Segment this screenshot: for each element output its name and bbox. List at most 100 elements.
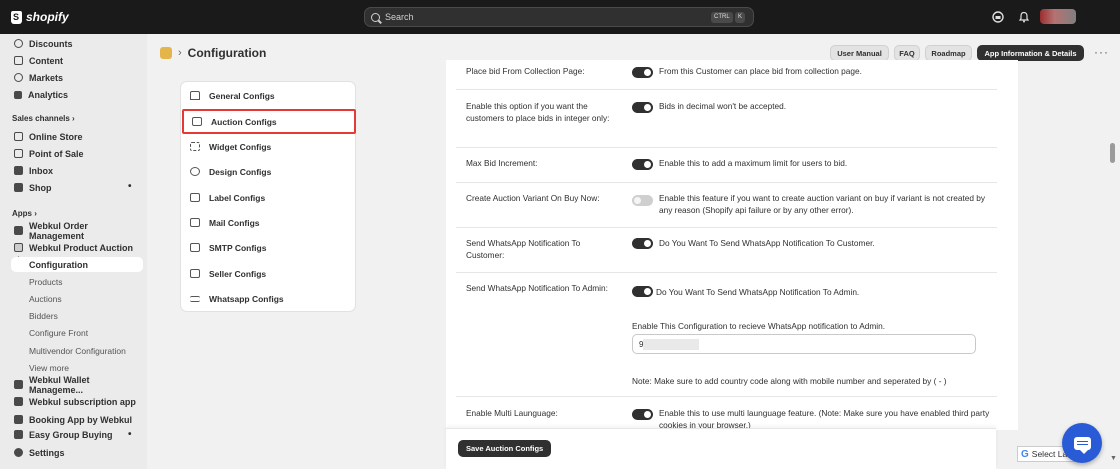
sidebar-item-settings[interactable]: Settings: [8, 445, 140, 460]
toggle-multi-language[interactable]: [632, 409, 653, 420]
divider: [456, 182, 997, 183]
shop-dot: •: [128, 181, 132, 192]
toggle-max-bid-increment[interactable]: [632, 159, 653, 170]
sidebar-sub-auctions[interactable]: Auctions: [29, 294, 62, 304]
setting-desc: Enable this to add a maximum limit for u…: [659, 158, 848, 168]
sidebar-item-inbox[interactable]: Inbox: [8, 163, 140, 178]
roadmap-button[interactable]: Roadmap: [925, 45, 972, 61]
avatar[interactable]: [1040, 9, 1076, 24]
menu-design-configs[interactable]: Design Configs: [182, 159, 356, 184]
menu-item-label: General Configs: [209, 90, 275, 101]
brand-name: shopify: [26, 10, 69, 24]
sidebar-sub-bidders[interactable]: Bidders: [29, 311, 58, 321]
setting-desc: Enable this to use multi launguage featu…: [659, 408, 990, 430]
sales-channels-heading[interactable]: Sales channels ›: [12, 114, 75, 123]
chat-icon: [190, 243, 200, 252]
shopify-logo[interactable]: shopify: [11, 10, 69, 24]
home-icon: [190, 91, 200, 100]
setting-label: Create Auction Variant On Buy Now:: [466, 193, 600, 203]
search-placeholder: Search: [385, 12, 414, 22]
divider: [456, 147, 997, 148]
setting-desc: Do You Want To Send WhatsApp Notificatio…: [659, 238, 875, 248]
page-title: Configuration: [187, 46, 267, 60]
whatsapp-admin-number-input[interactable]: 9: [632, 334, 976, 354]
faq-button[interactable]: FAQ: [894, 45, 920, 61]
toggle-collection-bid[interactable]: [632, 67, 653, 78]
app-icon: [14, 415, 23, 424]
sidebar-item-booking-app[interactable]: Booking App by Webkul: [8, 412, 140, 427]
whatsapp-input-label: Enable This Configuration to recieve Wha…: [632, 321, 886, 331]
divider: [456, 227, 997, 228]
scrollbar-thumb[interactable]: [1110, 143, 1115, 163]
sidebar-item-label: Webkul Wallet Manageme...: [29, 374, 90, 395]
kbd-ctrl: CTRL: [711, 12, 733, 23]
sidebar-item-webkul-product-auction[interactable]: Webkul Product Auction: [8, 240, 140, 255]
setting-desc: Do You Want To Send WhatsApp Notificatio…: [656, 287, 860, 297]
sidebar-item-label: Analytics: [28, 89, 69, 100]
sidebar-item-configuration[interactable]: Configuration: [11, 257, 143, 272]
app-icon: [14, 243, 23, 252]
breadcrumb: › Configuration: [160, 46, 266, 60]
toggle-auction-variant[interactable]: [632, 195, 653, 206]
sidebar-sub-view-more[interactable]: View more: [29, 363, 69, 373]
setting-label: Place bid From Collection Page:: [466, 66, 585, 76]
sidebar: Discounts Content Markets Analytics Sale…: [0, 34, 147, 469]
setting-desc: Enable this feature if you want to creat…: [659, 193, 986, 215]
scroll-down-arrow-icon[interactable]: ▼: [1110, 455, 1117, 462]
sidebar-item-webkul-wallet[interactable]: Webkul Wallet Manageme...: [8, 374, 140, 395]
menu-item-label: Label Configs: [209, 192, 266, 203]
menu-auction-configs[interactable]: Auction Configs: [182, 109, 356, 134]
search-input[interactable]: Search CTRL K: [364, 7, 754, 27]
label-icon: [190, 193, 200, 202]
sidebar-item-point-of-sale[interactable]: Point of Sale: [8, 146, 140, 161]
sidebar-item-online-store[interactable]: Online Store: [8, 129, 140, 144]
toggle-whatsapp-customer[interactable]: [632, 238, 653, 249]
shop-dot: •: [128, 429, 132, 440]
store-icon: [14, 132, 23, 141]
sidebar-item-shop[interactable]: Shop •: [8, 180, 140, 195]
redacted-number: [643, 339, 699, 350]
menu-mail-configs[interactable]: Mail Configs: [182, 210, 356, 235]
auction-configs-card: Place bid From Collection Page: From thi…: [446, 60, 1018, 430]
divider: [456, 396, 997, 397]
sidebar-item-webkul-order-management[interactable]: Webkul Order Management: [8, 221, 140, 241]
sidebar-item-markets[interactable]: Markets: [8, 70, 140, 85]
sidebar-item-discounts[interactable]: Discounts: [8, 36, 140, 51]
menu-smtp-configs[interactable]: SMTP Configs: [182, 235, 356, 260]
menu-item-label: Whatsapp Configs: [209, 293, 284, 304]
user-manual-button[interactable]: User Manual: [830, 45, 889, 61]
store-switch-icon[interactable]: [992, 11, 1004, 23]
menu-whatsapp-configs[interactable]: Whatsapp Configs: [182, 286, 356, 311]
app-info-button[interactable]: App Information & Details: [977, 45, 1084, 61]
more-options-icon[interactable]: ···: [1094, 45, 1109, 59]
menu-seller-configs[interactable]: Seller Configs: [182, 261, 356, 286]
sidebar-item-webkul-subscription[interactable]: Webkul subscription app: [8, 394, 140, 409]
sidebar-sub-products[interactable]: Products: [29, 277, 63, 287]
toggle-whatsapp-admin[interactable]: [632, 286, 653, 297]
kbd-k: K: [735, 12, 746, 23]
chat-widget-button[interactable]: [1062, 423, 1102, 463]
app-icon[interactable]: [160, 47, 172, 59]
menu-general-configs[interactable]: General Configs: [182, 83, 356, 108]
sidebar-item-analytics[interactable]: Analytics: [8, 87, 140, 102]
bell-icon[interactable]: [1018, 11, 1030, 23]
sidebar-sub-multivendor[interactable]: Multivendor Configuration: [29, 346, 126, 356]
shopify-bag-icon: [11, 10, 22, 24]
sidebar-item-easy-group-buying[interactable]: Easy Group Buying •: [8, 429, 140, 440]
save-auction-configs-button[interactable]: Save Auction Configs: [458, 440, 552, 457]
toggle-integer-bids[interactable]: [632, 102, 653, 113]
app-icon: [14, 397, 23, 406]
sidebar-item-label: Online Store: [29, 131, 83, 142]
apps-heading[interactable]: Apps ›: [12, 209, 37, 218]
sidebar-sub-configure-front[interactable]: Configure Front: [29, 328, 88, 338]
menu-widget-configs[interactable]: Widget Configs: [182, 134, 356, 159]
menu-item-label: Design Configs: [209, 166, 272, 177]
content-icon: [14, 56, 23, 65]
sidebar-item-content[interactable]: Content: [8, 53, 140, 68]
sidebar-item-label: Content: [29, 55, 63, 66]
menu-item-label: Auction Configs: [211, 116, 277, 127]
chat-bubble-icon: [1073, 436, 1091, 454]
menu-label-configs[interactable]: Label Configs: [182, 185, 356, 210]
seller-icon: [190, 269, 200, 278]
app-icon: [14, 226, 23, 235]
